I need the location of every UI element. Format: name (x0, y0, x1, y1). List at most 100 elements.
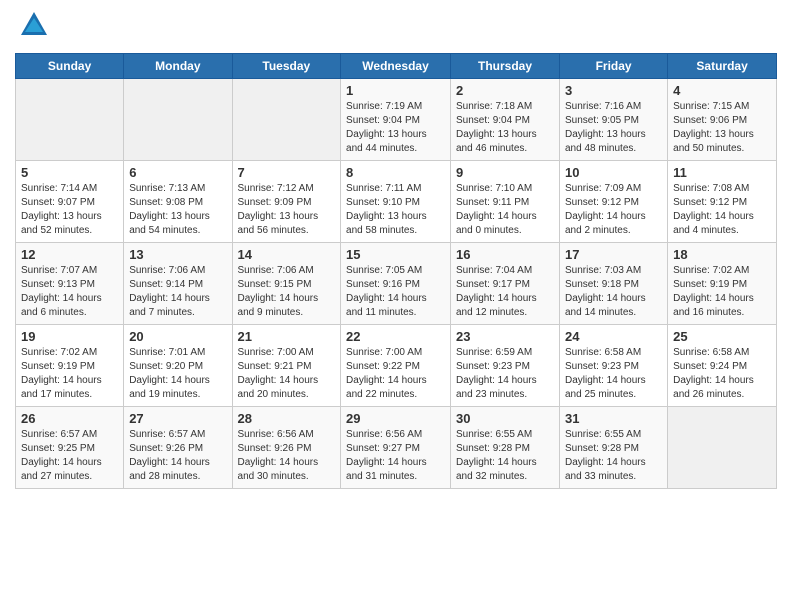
day-info: Sunrise: 7:00 AM Sunset: 9:22 PM Dayligh… (346, 346, 445, 402)
calendar-week-5: 26 Sunrise: 6:57 AM Sunset: 9:25 PM Dayli… (16, 407, 777, 489)
day-info: Sunrise: 7:09 AM Sunset: 9:12 PM Dayligh… (565, 182, 662, 238)
calendar-table: SundayMondayTuesdayWednesdayThursdayFrid… (15, 53, 777, 489)
day-number: 17 (565, 247, 662, 262)
calendar-cell (124, 79, 232, 161)
day-info: Sunrise: 7:06 AM Sunset: 9:15 PM Dayligh… (238, 264, 336, 320)
day-number: 21 (238, 329, 336, 344)
calendar-cell (16, 79, 124, 161)
day-number: 1 (346, 83, 445, 98)
day-info: Sunrise: 7:12 AM Sunset: 9:09 PM Dayligh… (238, 182, 336, 238)
day-info: Sunrise: 6:58 AM Sunset: 9:24 PM Dayligh… (673, 346, 771, 402)
day-number: 2 (456, 83, 554, 98)
day-info: Sunrise: 7:10 AM Sunset: 9:11 PM Dayligh… (456, 182, 554, 238)
day-info: Sunrise: 7:14 AM Sunset: 9:07 PM Dayligh… (21, 182, 118, 238)
day-number: 16 (456, 247, 554, 262)
calendar-cell: 31 Sunrise: 6:55 AM Sunset: 9:28 PM Dayli… (560, 407, 668, 489)
calendar-cell: 14Sunrise: 7:06 AM Sunset: 9:15 PM Dayli… (232, 243, 341, 325)
calendar-cell (668, 407, 777, 489)
day-number: 30 (456, 411, 554, 426)
header-thursday: Thursday (451, 54, 560, 79)
day-number: 8 (346, 165, 445, 180)
day-number: 29 (346, 411, 445, 426)
header-friday: Friday (560, 54, 668, 79)
day-info: Sunrise: 7:00 AM Sunset: 9:21 PM Dayligh… (238, 346, 336, 402)
day-info: Sunrise: 7:02 AM Sunset: 9:19 PM Dayligh… (673, 264, 771, 320)
calendar-cell: 13 Sunrise: 7:06 AM Sunset: 9:14 PM Dayli… (124, 243, 232, 325)
calendar-cell: 10 Sunrise: 7:09 AM Sunset: 9:12 PM Dayli… (560, 161, 668, 243)
day-info: Sunrise: 7:11 AM Sunset: 9:10 PM Dayligh… (346, 182, 445, 238)
calendar-header-row: SundayMondayTuesdayWednesdayThursdayFrid… (16, 54, 777, 79)
calendar-week-4: 19Sunrise: 7:02 AM Sunset: 9:19 PM Dayli… (16, 325, 777, 407)
page-header (15, 10, 777, 45)
calendar-cell: 17 Sunrise: 7:03 AM Sunset: 9:18 PM Dayli… (560, 243, 668, 325)
day-info: Sunrise: 6:55 AM Sunset: 9:28 PM Dayligh… (456, 428, 554, 484)
day-info: Sunrise: 7:13 AM Sunset: 9:08 PM Dayligh… (129, 182, 226, 238)
calendar-cell: 8 Sunrise: 7:11 AM Sunset: 9:10 PM Daylig… (341, 161, 451, 243)
calendar-cell: 6Sunrise: 7:13 AM Sunset: 9:08 PM Daylig… (124, 161, 232, 243)
day-info: Sunrise: 7:18 AM Sunset: 9:04 PM Dayligh… (456, 100, 554, 156)
day-number: 4 (673, 83, 771, 98)
day-info: Sunrise: 6:59 AM Sunset: 9:23 PM Dayligh… (456, 346, 554, 402)
day-number: 28 (238, 411, 336, 426)
day-number: 27 (129, 411, 226, 426)
calendar-week-1: 1 Sunrise: 7:19 AM Sunset: 9:04 PM Daylig… (16, 79, 777, 161)
day-number: 13 (129, 247, 226, 262)
day-number: 31 (565, 411, 662, 426)
header-sunday: Sunday (16, 54, 124, 79)
day-info: Sunrise: 7:06 AM Sunset: 9:14 PM Dayligh… (129, 264, 226, 320)
day-info: Sunrise: 7:15 AM Sunset: 9:06 PM Dayligh… (673, 100, 771, 156)
calendar-cell: 19Sunrise: 7:02 AM Sunset: 9:19 PM Dayli… (16, 325, 124, 407)
day-info: Sunrise: 7:08 AM Sunset: 9:12 PM Dayligh… (673, 182, 771, 238)
calendar-cell: 22 Sunrise: 7:00 AM Sunset: 9:22 PM Dayli… (341, 325, 451, 407)
day-info: Sunrise: 7:02 AM Sunset: 9:19 PM Dayligh… (21, 346, 118, 402)
day-info: Sunrise: 7:05 AM Sunset: 9:16 PM Dayligh… (346, 264, 445, 320)
day-info: Sunrise: 6:55 AM Sunset: 9:28 PM Dayligh… (565, 428, 662, 484)
header-wednesday: Wednesday (341, 54, 451, 79)
calendar-cell: 1 Sunrise: 7:19 AM Sunset: 9:04 PM Daylig… (341, 79, 451, 161)
calendar-cell: 5 Sunrise: 7:14 AM Sunset: 9:07 PM Daylig… (16, 161, 124, 243)
calendar-cell: 16Sunrise: 7:04 AM Sunset: 9:17 PM Dayli… (451, 243, 560, 325)
day-number: 12 (21, 247, 118, 262)
calendar-cell: 23Sunrise: 6:59 AM Sunset: 9:23 PM Dayli… (451, 325, 560, 407)
calendar-week-3: 12 Sunrise: 7:07 AM Sunset: 9:13 PM Dayli… (16, 243, 777, 325)
day-number: 10 (565, 165, 662, 180)
day-info: Sunrise: 6:57 AM Sunset: 9:26 PM Dayligh… (129, 428, 226, 484)
calendar-cell: 2 Sunrise: 7:18 AM Sunset: 9:04 PM Daylig… (451, 79, 560, 161)
day-number: 24 (565, 329, 662, 344)
header-saturday: Saturday (668, 54, 777, 79)
calendar-body: 1 Sunrise: 7:19 AM Sunset: 9:04 PM Daylig… (16, 79, 777, 489)
day-info: Sunrise: 7:19 AM Sunset: 9:04 PM Dayligh… (346, 100, 445, 156)
calendar-cell: 11 Sunrise: 7:08 AM Sunset: 9:12 PM Dayli… (668, 161, 777, 243)
day-number: 5 (21, 165, 118, 180)
day-info: Sunrise: 7:03 AM Sunset: 9:18 PM Dayligh… (565, 264, 662, 320)
day-info: Sunrise: 7:16 AM Sunset: 9:05 PM Dayligh… (565, 100, 662, 156)
day-info: Sunrise: 7:01 AM Sunset: 9:20 PM Dayligh… (129, 346, 226, 402)
day-number: 3 (565, 83, 662, 98)
day-info: Sunrise: 6:56 AM Sunset: 9:26 PM Dayligh… (238, 428, 336, 484)
day-info: Sunrise: 7:07 AM Sunset: 9:13 PM Dayligh… (21, 264, 118, 320)
calendar-cell: 3 Sunrise: 7:16 AM Sunset: 9:05 PM Daylig… (560, 79, 668, 161)
day-number: 22 (346, 329, 445, 344)
calendar-cell: 27 Sunrise: 6:57 AM Sunset: 9:26 PM Dayli… (124, 407, 232, 489)
day-info: Sunrise: 6:57 AM Sunset: 9:25 PM Dayligh… (21, 428, 118, 484)
calendar-cell (232, 79, 341, 161)
calendar-cell: 25 Sunrise: 6:58 AM Sunset: 9:24 PM Dayli… (668, 325, 777, 407)
calendar-cell: 24 Sunrise: 6:58 AM Sunset: 9:23 PM Dayli… (560, 325, 668, 407)
calendar-cell: 20Sunrise: 7:01 AM Sunset: 9:20 PM Dayli… (124, 325, 232, 407)
calendar-cell: 15Sunrise: 7:05 AM Sunset: 9:16 PM Dayli… (341, 243, 451, 325)
logo-icon (19, 10, 49, 40)
day-number: 9 (456, 165, 554, 180)
day-info: Sunrise: 6:58 AM Sunset: 9:23 PM Dayligh… (565, 346, 662, 402)
logo (15, 10, 49, 45)
day-number: 26 (21, 411, 118, 426)
calendar-cell: 26 Sunrise: 6:57 AM Sunset: 9:25 PM Dayli… (16, 407, 124, 489)
day-number: 11 (673, 165, 771, 180)
calendar-cell: 9 Sunrise: 7:10 AM Sunset: 9:11 PM Daylig… (451, 161, 560, 243)
header-tuesday: Tuesday (232, 54, 341, 79)
calendar-cell: 7 Sunrise: 7:12 AM Sunset: 9:09 PM Daylig… (232, 161, 341, 243)
calendar-cell: 21 Sunrise: 7:00 AM Sunset: 9:21 PM Dayli… (232, 325, 341, 407)
calendar-cell: 12 Sunrise: 7:07 AM Sunset: 9:13 PM Dayli… (16, 243, 124, 325)
day-number: 7 (238, 165, 336, 180)
header-monday: Monday (124, 54, 232, 79)
day-number: 25 (673, 329, 771, 344)
